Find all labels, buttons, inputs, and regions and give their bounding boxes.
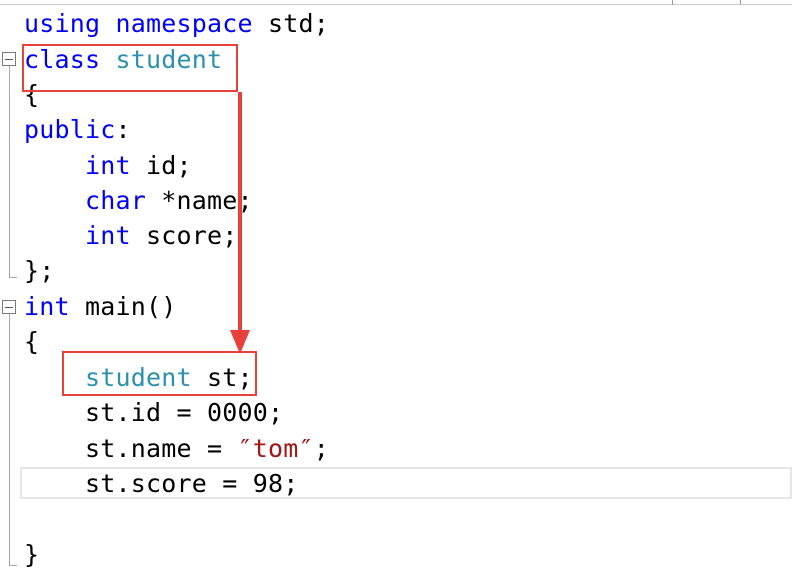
keyword: public xyxy=(24,115,116,144)
code-text: score; xyxy=(130,221,238,250)
annotation-box-object-declaration xyxy=(62,351,257,396)
fold-guide xyxy=(9,314,10,566)
code-text: ; xyxy=(313,434,330,463)
ruler-tick xyxy=(672,0,673,5)
code-text: : xyxy=(115,115,131,144)
code-text: id; xyxy=(130,151,192,180)
code-text: *name; xyxy=(146,186,253,215)
code-text: std; xyxy=(252,9,330,38)
keyword: namespace xyxy=(115,9,253,38)
fold-guide-end xyxy=(9,277,17,278)
editor-top-border xyxy=(0,4,792,5)
keyword: int xyxy=(85,151,131,180)
keyword: using xyxy=(24,9,101,38)
arrow-annotation xyxy=(238,92,242,332)
keyword: int xyxy=(85,221,131,250)
fold-collapse-icon[interactable] xyxy=(2,52,16,66)
code-text: main() xyxy=(69,292,177,321)
string-literal: ″tom″ xyxy=(237,434,314,463)
code-line-13[interactable]: st.name = ″tom″; xyxy=(24,432,329,466)
code-text: st.id = 0000; xyxy=(24,398,284,427)
code-text: st.name = xyxy=(24,434,238,463)
code-text: } xyxy=(24,540,40,569)
fold-guide xyxy=(9,66,10,278)
annotation-box-class-declaration xyxy=(22,44,238,92)
code-line-6[interactable]: char *name; xyxy=(24,184,253,218)
code-text: }; xyxy=(24,256,55,285)
code-line-8[interactable]: }; xyxy=(24,254,55,288)
fold-collapse-icon[interactable] xyxy=(2,300,16,314)
code-text: st.score = 98; xyxy=(24,469,299,498)
code-line-7[interactable]: int score; xyxy=(24,219,238,253)
arrow-head-icon xyxy=(230,330,250,354)
keyword: char xyxy=(85,186,147,215)
code-line-14[interactable]: st.score = 98; xyxy=(24,467,299,501)
code-line-12[interactable]: st.id = 0000; xyxy=(24,396,283,430)
code-line-16[interactable]: } xyxy=(24,538,39,572)
code-line-4[interactable]: public: xyxy=(24,113,131,147)
ruler-tick xyxy=(740,0,741,5)
code-line-10[interactable]: { xyxy=(24,325,39,359)
fold-guide-end xyxy=(9,565,17,566)
code-line-5[interactable]: int id; xyxy=(24,149,192,183)
code-editor[interactable]: using namespace std; class student { pub… xyxy=(0,0,792,585)
code-line-1[interactable]: using namespace std; xyxy=(24,7,329,41)
keyword: int xyxy=(24,292,70,321)
code-line-9[interactable]: int main() xyxy=(24,290,177,324)
code-text: { xyxy=(24,327,40,356)
